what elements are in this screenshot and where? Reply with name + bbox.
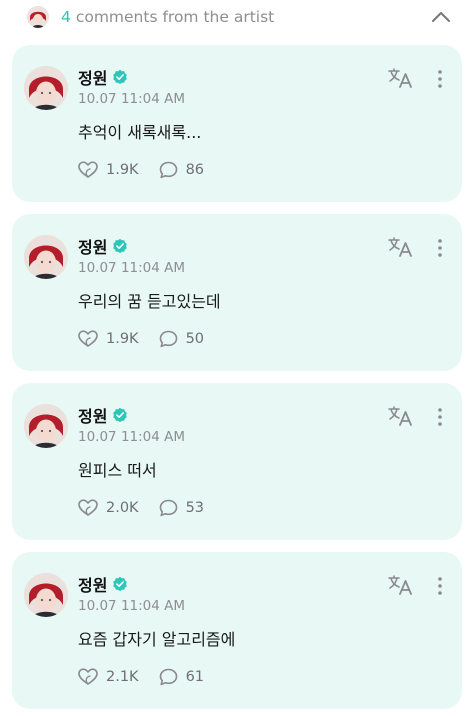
translate-button[interactable] [386, 404, 416, 428]
comments-label: comments from the artist [75, 8, 275, 26]
like-button[interactable]: 1.9K [78, 161, 139, 179]
verified-badge-icon [113, 238, 128, 254]
more-vertical-icon [438, 577, 442, 595]
comment-text: 요즘 갑자기 알고리즘에 [78, 630, 236, 649]
comment-actions: 1.9K 86 [78, 159, 204, 181]
more-options-button[interactable] [430, 405, 450, 429]
translate-icon [388, 68, 412, 88]
reply-button[interactable]: 86 [159, 161, 204, 179]
author-name: 정원 [78, 576, 108, 595]
reply-count: 50 [185, 331, 205, 347]
author-row: 정원 [78, 234, 128, 258]
verified-badge-icon [113, 69, 128, 85]
avatar[interactable] [24, 235, 68, 279]
author-row: 정원 [78, 403, 128, 427]
comment-card: 정원 10.07 11:04 AM 추억이 새록새록... 1.9K 86 [12, 45, 462, 202]
author-row: 정원 [78, 65, 128, 89]
comment-card: 정원 10.07 11:04 AM 우리의 꿈 듣고있는데 1.9K 50 [12, 214, 462, 371]
translate-icon [388, 237, 412, 257]
author-name: 정원 [78, 238, 108, 257]
more-options-button[interactable] [430, 236, 450, 260]
verified-badge-icon [113, 576, 128, 592]
like-count: 1.9K [106, 162, 139, 178]
translate-icon [388, 575, 412, 595]
comment-icon [159, 161, 177, 179]
comment-icon [159, 668, 177, 686]
more-options-button[interactable] [430, 574, 450, 598]
reply-count: 86 [185, 162, 205, 178]
translate-button[interactable] [386, 235, 416, 259]
reply-button[interactable]: 61 [159, 668, 204, 686]
author-name: 정원 [78, 69, 108, 88]
more-vertical-icon [438, 239, 442, 257]
artist-avatar [27, 6, 49, 28]
more-options-button[interactable] [430, 67, 450, 91]
like-icon [78, 668, 98, 685]
comment-icon [159, 330, 177, 348]
like-button[interactable]: 2.0K [78, 499, 139, 517]
avatar[interactable] [24, 404, 68, 448]
more-vertical-icon [438, 408, 442, 426]
collapse-button[interactable] [428, 6, 454, 28]
comment-actions: 1.9K 50 [78, 328, 204, 350]
translate-button[interactable] [386, 573, 416, 597]
comment-actions: 2.0K 53 [78, 497, 204, 519]
like-count: 2.1K [106, 669, 139, 685]
comment-icon [159, 499, 177, 517]
translate-icon [388, 406, 412, 426]
like-count: 1.9K [106, 331, 139, 347]
comment-card: 정원 10.07 11:04 AM 요즘 갑자기 알고리즘에 2.1K 61 [12, 552, 462, 709]
author-name: 정원 [78, 407, 108, 426]
like-count: 2.0K [106, 500, 139, 516]
comment-card: 정원 10.07 11:04 AM 원피스 떠서 2.0K 53 [12, 383, 462, 540]
more-vertical-icon [438, 70, 442, 88]
reply-button[interactable]: 53 [159, 499, 204, 517]
chevron-up-icon [432, 12, 450, 22]
timestamp: 10.07 11:04 AM [78, 91, 186, 107]
like-icon [78, 330, 98, 347]
comments-header: 4 comments from the artist [0, 0, 474, 36]
comment-count: 4 [61, 8, 71, 26]
timestamp: 10.07 11:04 AM [78, 598, 186, 614]
like-icon [78, 499, 98, 516]
author-row: 정원 [78, 572, 128, 596]
comment-text: 원피스 떠서 [78, 461, 157, 480]
avatar[interactable] [24, 573, 68, 617]
like-button[interactable]: 1.9K [78, 330, 139, 348]
like-icon [78, 161, 98, 178]
reply-button[interactable]: 50 [159, 330, 204, 348]
like-button[interactable]: 2.1K [78, 668, 139, 686]
comment-actions: 2.1K 61 [78, 666, 204, 688]
comment-text: 우리의 꿈 듣고있는데 [78, 292, 221, 311]
reply-count: 61 [185, 669, 205, 685]
avatar[interactable] [24, 66, 68, 110]
comment-text: 추억이 새록새록... [78, 123, 202, 142]
translate-button[interactable] [386, 66, 416, 90]
reply-count: 53 [185, 500, 205, 516]
timestamp: 10.07 11:04 AM [78, 260, 186, 276]
verified-badge-icon [113, 407, 128, 423]
timestamp: 10.07 11:04 AM [78, 429, 186, 445]
comments-count-label: 4 comments from the artist [61, 8, 274, 26]
